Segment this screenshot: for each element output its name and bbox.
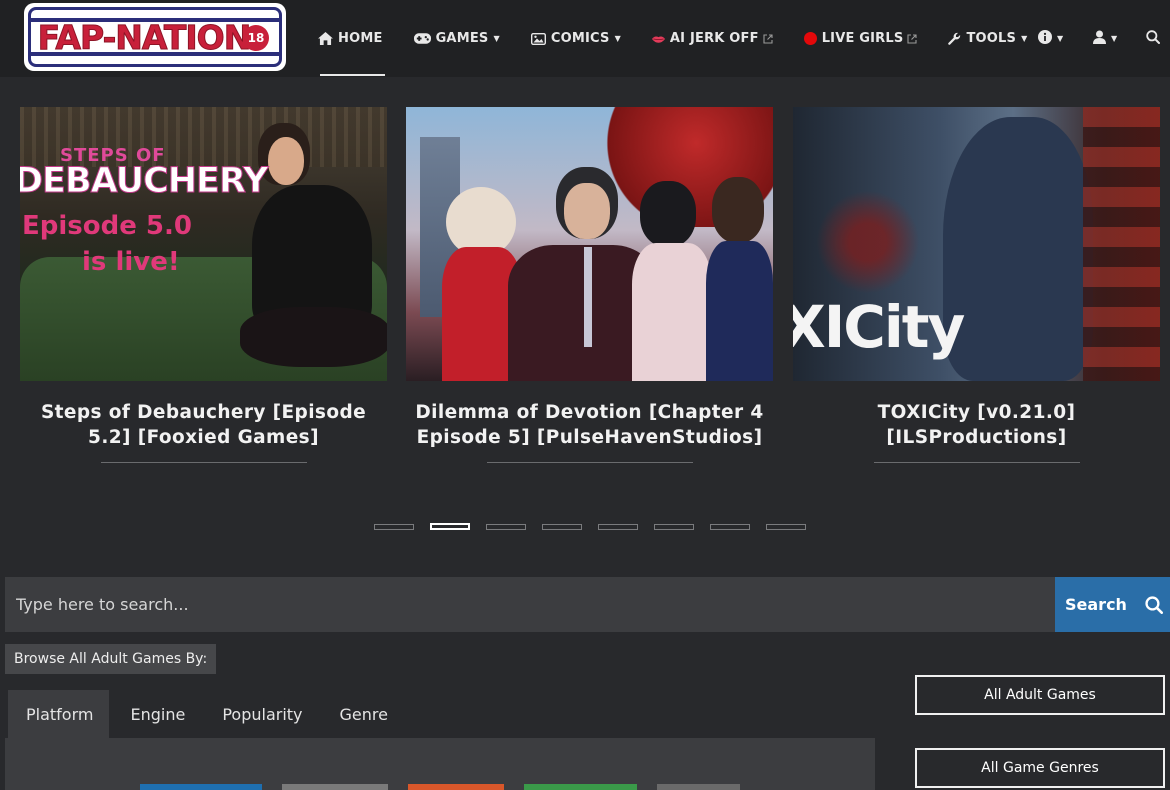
top-navigation-bar: FAP-NATION 18 HOME GAMES ▼ COMICS ▼ AI J… <box>0 0 1170 77</box>
nav-live-label: LIVE GIRLS <box>821 31 904 46</box>
nav-comics-label: COMICS <box>550 31 610 46</box>
lips-icon <box>651 35 665 43</box>
nav-home-label: HOME <box>338 31 383 46</box>
user-menu[interactable]: ▼ <box>1093 0 1117 77</box>
browse-tab-panel <box>5 738 875 790</box>
nav-home[interactable]: HOME <box>318 0 385 77</box>
nav-ai-jerk-off[interactable]: AI JERK OFF <box>651 0 773 77</box>
site-logo[interactable]: FAP-NATION 18 <box>24 3 286 71</box>
info-icon <box>1038 29 1052 48</box>
carousel-dot-5[interactable] <box>598 524 638 530</box>
carousel-dot-2[interactable] <box>430 523 470 530</box>
carousel-slide[interactable]: XICity TOXICity [v0.21.0] [ILSProduction… <box>793 107 1160 463</box>
carousel-pagination <box>374 523 822 530</box>
slide-thumbnail[interactable] <box>406 107 773 381</box>
divider <box>100 462 307 463</box>
tab-popularity[interactable]: Popularity <box>204 690 318 738</box>
tab-genre[interactable]: Genre <box>322 690 404 738</box>
gamepad-icon <box>413 33 431 44</box>
platform-button-4[interactable] <box>524 784 637 790</box>
search-button[interactable]: Search <box>1055 577 1170 632</box>
slide-title-link[interactable]: Dilemma of Devotion [Chapter 4 Episode 5… <box>406 400 773 450</box>
browse-heading: Browse All Adult Games By: <box>5 644 217 674</box>
tab-platform[interactable]: Platform <box>8 690 110 738</box>
divider <box>486 462 693 463</box>
chevron-down-icon: ▼ <box>1111 34 1118 43</box>
main-nav: HOME GAMES ▼ COMICS ▼ AI JERK OFF LIVE G… <box>318 0 1058 77</box>
chevron-down-icon: ▼ <box>1057 34 1064 43</box>
nav-live-girls[interactable]: LIVE GIRLS <box>803 0 918 77</box>
slide-overlay-text-sub2: is live! <box>82 247 180 277</box>
slide-title-link[interactable]: TOXICity [v0.21.0] [ILSProductions] <box>793 400 1160 450</box>
nav-comics[interactable]: COMICS ▼ <box>530 0 621 77</box>
home-icon <box>318 32 333 45</box>
nav-ai-label: AI JERK OFF <box>669 31 759 46</box>
slide-overlay-text-sub1: Episode 5.0 <box>22 211 192 241</box>
chevron-down-icon: ▼ <box>614 34 621 43</box>
platform-button-1[interactable] <box>140 784 262 790</box>
slide-thumbnail[interactable]: STEPS OF DEBAUCHERY Episode 5.0 is live! <box>20 107 387 381</box>
search-icon <box>1146 29 1160 48</box>
slide-title-link[interactable]: Steps of Debauchery [Episode 5.2] [Fooxi… <box>20 400 387 450</box>
info-menu[interactable]: ▼ <box>1038 0 1063 77</box>
carousel-dot-3[interactable] <box>486 524 526 530</box>
carousel-dot-8[interactable] <box>766 524 806 530</box>
platform-button-3[interactable] <box>408 784 504 790</box>
logo-text: FAP-NATION <box>37 18 252 57</box>
browse-tabs: Platform Engine Popularity Genre <box>8 690 407 738</box>
slide-overlay-text-main: XICity <box>793 293 965 361</box>
slide-overlay-text-main: DEBAUCHERY <box>20 161 269 202</box>
chevron-down-icon: ▼ <box>493 34 500 43</box>
external-link-icon <box>763 33 773 44</box>
carousel-dot-1[interactable] <box>374 524 414 530</box>
carousel-dot-6[interactable] <box>654 524 694 530</box>
platform-button-2[interactable] <box>282 784 388 790</box>
all-game-genres-button[interactable]: All Game Genres <box>915 748 1165 788</box>
platform-button-5[interactable] <box>657 784 740 790</box>
live-dot-icon <box>803 32 817 45</box>
featured-carousel: STEPS OF DEBAUCHERY Episode 5.0 is live!… <box>20 107 1170 507</box>
user-icon <box>1093 30 1106 48</box>
nav-games-label: GAMES <box>435 31 489 46</box>
chevron-down-icon: ▼ <box>1021 34 1028 43</box>
carousel-dot-7[interactable] <box>710 524 750 530</box>
search-button-label: Search <box>1065 595 1127 614</box>
logo-age-badge: 18 <box>243 25 269 51</box>
carousel-slide[interactable]: Dilemma of Devotion [Chapter 4 Episode 5… <box>406 107 773 463</box>
logo-frame: FAP-NATION 18 <box>28 7 282 67</box>
all-adult-games-button[interactable]: All Adult Games <box>915 675 1165 715</box>
nav-tools[interactable]: TOOLS ▼ <box>948 0 1027 77</box>
slide-thumbnail[interactable]: XICity <box>793 107 1160 381</box>
wrench-icon <box>948 32 961 45</box>
divider <box>873 462 1080 463</box>
nav-games[interactable]: GAMES ▼ <box>413 0 500 77</box>
search-icon <box>1145 595 1163 614</box>
nav-tools-label: TOOLS <box>966 31 1017 46</box>
external-link-icon <box>907 33 918 44</box>
search-input[interactable] <box>5 577 1055 632</box>
tab-engine[interactable]: Engine <box>112 690 201 738</box>
header-search-button[interactable] <box>1146 0 1160 77</box>
images-icon <box>530 32 546 45</box>
carousel-dot-4[interactable] <box>542 524 582 530</box>
carousel-slide[interactable]: STEPS OF DEBAUCHERY Episode 5.0 is live!… <box>20 107 387 463</box>
